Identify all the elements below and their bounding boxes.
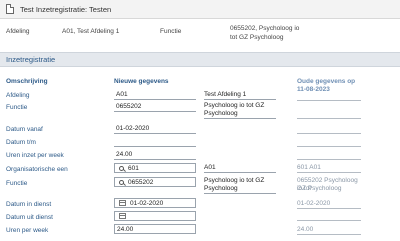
organisatorische-eenheid-description: A01 [204, 164, 276, 173]
functie-2-description-1: Psycholoog io tot GZ [204, 177, 265, 184]
window-titlebar: Test Inzetregistratie: Testen [0, 0, 400, 19]
label-functie-2: Functie [6, 180, 28, 187]
old-datum-vanaf-line [297, 133, 361, 134]
previous-record-row: Afdeling A01, Test Afdeling 1 Functie 06… [0, 24, 400, 46]
prev-afdeling-value: A01, Test Afdeling 1 [62, 28, 120, 35]
document-icon [6, 4, 14, 14]
old-datum-uit-dienst-line [297, 220, 361, 221]
old-datum-in-dienst-line [297, 208, 361, 209]
label-datum-tm: Datum t/m [6, 139, 36, 146]
column-header-nieuwe-gegevens: Nieuwe gegevens [114, 78, 169, 85]
afdeling-description: Test Afdeling 1 [204, 91, 276, 100]
search-icon[interactable] [119, 165, 124, 171]
window-title: Test Inzetregistratie: Testen [20, 4, 112, 14]
datum-vanaf-input[interactable]: 01-02-2020 [114, 124, 196, 134]
old-uren-per-week-line [297, 234, 361, 235]
functie-description-2: Psycholoog [204, 110, 276, 119]
old-afdeling-line [297, 100, 361, 101]
search-icon[interactable] [119, 179, 124, 185]
label-organisatorische-eenheid: Organisatorische een [6, 166, 68, 173]
old-uren-inzet-line [297, 159, 361, 160]
label-datum-in-dienst: Datum in dienst [6, 201, 52, 208]
functie-description-1: Psycholoog io tot GZ [204, 102, 265, 109]
old-uren-per-week: 24.00 [297, 226, 314, 233]
label-datum-uit-dienst: Datum uit dienst [6, 214, 53, 221]
datum-in-dienst-input[interactable]: 01-02-2020 [114, 198, 196, 208]
afdeling-input[interactable]: A01 [114, 90, 196, 100]
organisatorische-eenheid-value: 601 [128, 164, 139, 172]
old-organisatorische-eenheid-line [297, 172, 361, 173]
calendar-icon[interactable] [119, 200, 126, 206]
column-header-oude-gegevens: Oude gegevens op 11-08-2023 [297, 78, 356, 93]
functie-search-input[interactable]: 0655202 [114, 177, 196, 187]
functie-input[interactable]: 0655202 [114, 102, 196, 112]
label-functie: Functie [6, 104, 28, 111]
calendar-icon[interactable] [119, 213, 126, 219]
old-datum-tm-line [297, 146, 361, 147]
old-functie-line [297, 118, 361, 119]
label-uren-per-week: Uren per week [6, 227, 49, 234]
prev-functie-value-2: tot GZ Psycholoog [230, 34, 284, 41]
uren-inzet-input[interactable]: 24.00 [114, 150, 196, 160]
organisatorische-eenheid-input[interactable]: 601 [114, 163, 196, 173]
old-datum-in-dienst: 01-02-2020 [297, 200, 331, 207]
prev-functie-value-1: 0655202, Psycholoog io [230, 25, 300, 32]
label-uren-inzet: Uren inzet per week [6, 152, 64, 159]
datum-tm-input[interactable] [114, 137, 196, 147]
column-header-omschrijving: Omschrijving [6, 78, 48, 85]
datum-uit-dienst-input[interactable] [114, 211, 196, 221]
uren-per-week-input[interactable]: 24.00 [114, 224, 196, 234]
functie-search-value: 0655202 [128, 178, 154, 186]
functie-2-description-2: Psycholoog [204, 185, 276, 194]
datum-in-dienst-value: 01-02-2020 [130, 199, 164, 207]
prev-functie-label: Functie [160, 28, 182, 35]
old-functie-2: GZ Psycholoog [297, 185, 342, 192]
label-afdeling: Afdeling [6, 92, 30, 99]
prev-afdeling-label: Afdeling [6, 28, 30, 35]
old-organisatorische-eenheid: 601 A01 [297, 164, 321, 171]
section-header-inzetregistratie: Inzetregistratie [0, 52, 400, 67]
label-datum-vanaf: Datum vanaf [6, 126, 43, 133]
